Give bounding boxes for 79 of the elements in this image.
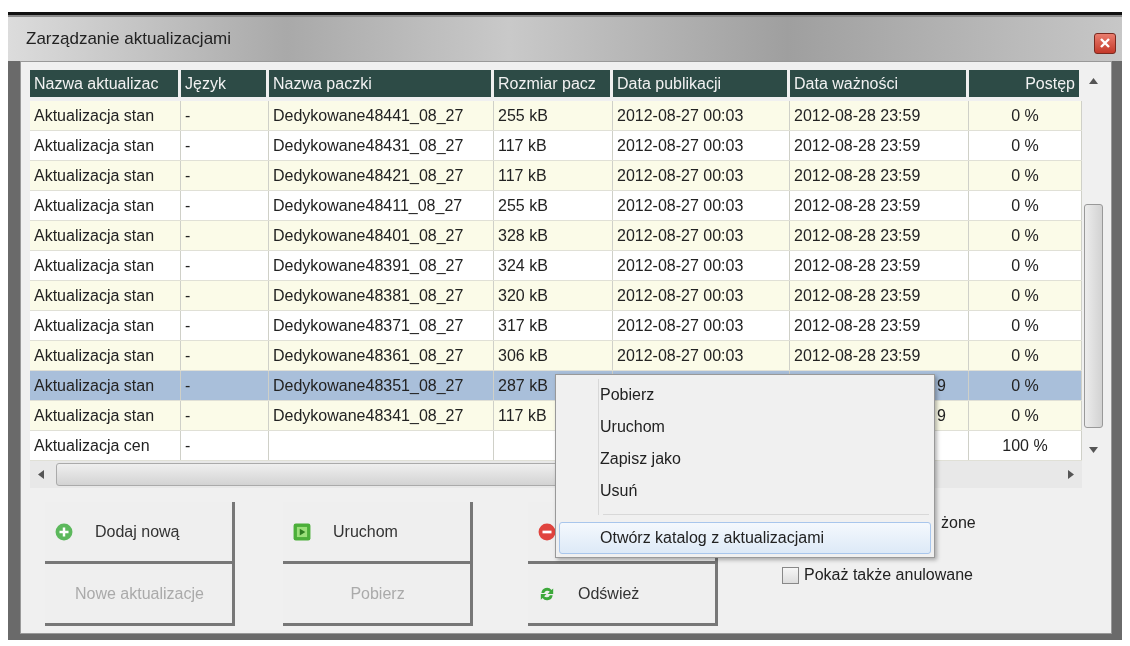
table-cell: 117 kB xyxy=(498,407,547,424)
table-cell: - xyxy=(185,347,191,364)
table-cell: 2012-08-27 00:03 xyxy=(617,257,744,274)
table-cell: 0 % xyxy=(1011,107,1039,124)
table-cell: 2012-08-28 23:59 xyxy=(794,107,921,124)
table-cell: 0 % xyxy=(1011,137,1039,154)
table-cell: Dedykowane48351_08_27 xyxy=(273,377,464,394)
table-cell: - xyxy=(185,317,191,334)
table-cell: 2012-08-27 00:03 xyxy=(617,107,744,124)
table-cell: Dedykowane48381_08_27 xyxy=(273,287,464,304)
table-cell: Aktualizacja stan xyxy=(34,317,155,334)
table-cell: 2012-08-28 23:59 xyxy=(794,257,921,274)
table-cell: Dedykowane48441_08_27 xyxy=(273,107,464,124)
table-cell: 328 kB xyxy=(498,227,548,244)
table-cell: 2012-08-28 23:59 xyxy=(794,227,921,244)
table-cell: 255 kB xyxy=(498,107,548,124)
window-title: Zarządzanie aktualizacjami xyxy=(26,29,232,49)
table-cell: 0 % xyxy=(1011,257,1039,274)
table-cell: Dedykowane48401_08_27 xyxy=(273,227,464,244)
table-cell: Aktualizacja stan xyxy=(34,167,155,184)
table-cell: 0 % xyxy=(1011,227,1039,244)
table-cell: 317 kB xyxy=(498,317,548,334)
table-cell: 2012-08-27 00:03 xyxy=(617,317,744,334)
table-cell: - xyxy=(185,137,191,154)
table-cell: 0 % xyxy=(1011,377,1039,394)
table-cell: 9 xyxy=(937,377,946,394)
table-cell: 306 kB xyxy=(498,347,548,364)
table-cell: 2012-08-27 00:03 xyxy=(617,137,744,154)
table-cell: Aktualizacja stan xyxy=(34,347,155,364)
table-cell: Dedykowane48411_08_27 xyxy=(273,197,463,214)
table-cell: Aktualizacja stan xyxy=(34,407,155,424)
table-cell: Dedykowane48341_08_27 xyxy=(273,407,464,424)
table-cell: 0 % xyxy=(1011,167,1039,184)
table-cell: Aktualizacja stan xyxy=(34,257,155,274)
table-cell: 324 kB xyxy=(498,257,548,274)
table-cell: 2012-08-27 00:03 xyxy=(617,347,744,364)
table-cell: 2012-08-28 23:59 xyxy=(794,197,921,214)
table-cell: Aktualizacja stan xyxy=(34,107,155,124)
table-cell: Aktualizacja stan xyxy=(34,137,155,154)
table-cell: 320 kB xyxy=(498,287,548,304)
table-cell: - xyxy=(185,437,191,454)
table-cell: - xyxy=(185,197,191,214)
table-cell: - xyxy=(185,407,191,424)
table-cell: - xyxy=(185,287,191,304)
table-cell: Aktualizacja cen xyxy=(34,437,150,454)
table-cell: 2012-08-28 23:59 xyxy=(794,167,921,184)
table-cell: Aktualizacja stan xyxy=(34,227,155,244)
table-cell: 2012-08-27 00:03 xyxy=(617,167,744,184)
table-cell: 287 kB xyxy=(498,377,548,394)
table-cell: 117 kB xyxy=(498,167,547,184)
table-cell: 2012-08-28 23:59 xyxy=(794,137,921,154)
table-cell: 0 % xyxy=(1011,317,1039,334)
table-cell: - xyxy=(185,167,191,184)
table-cell: 0 % xyxy=(1011,287,1039,304)
table-cell: 100 % xyxy=(1002,437,1048,454)
table-cell: 2012-08-28 23:59 xyxy=(794,287,921,304)
table-cell: 9 xyxy=(937,407,946,424)
table-cell: Dedykowane48371_08_27 xyxy=(273,317,464,334)
table-cell: 117 kB xyxy=(498,137,547,154)
table-cell: Dedykowane48421_08_27 xyxy=(273,167,464,184)
table-cell: - xyxy=(185,107,191,124)
table-cell: Aktualizacja stan xyxy=(34,197,155,214)
table-cell: Dedykowane48391_08_27 xyxy=(273,257,464,274)
table-cell: 2012-08-27 00:03 xyxy=(617,287,744,304)
table-cell: 0 % xyxy=(1011,407,1039,424)
table-cell: - xyxy=(185,257,191,274)
table-cell: 2012-08-28 23:59 xyxy=(794,347,921,364)
table-cell: Aktualizacja stan xyxy=(34,377,155,394)
table-cell: - xyxy=(185,227,191,244)
table-cell: - xyxy=(185,377,191,394)
table-cell: 2012-08-27 00:03 xyxy=(617,227,744,244)
table-cell: Dedykowane48361_08_27 xyxy=(273,347,464,364)
table-cell: Dedykowane48431_08_27 xyxy=(273,137,464,154)
table-cell: Aktualizacja stan xyxy=(34,287,155,304)
table-cell: 255 kB xyxy=(498,197,548,214)
table-cell: 0 % xyxy=(1011,197,1039,214)
table-cell: 2012-08-27 00:03 xyxy=(617,197,744,214)
table-cell: 0 % xyxy=(1011,347,1039,364)
table-cell: 2012-08-28 23:59 xyxy=(794,317,921,334)
